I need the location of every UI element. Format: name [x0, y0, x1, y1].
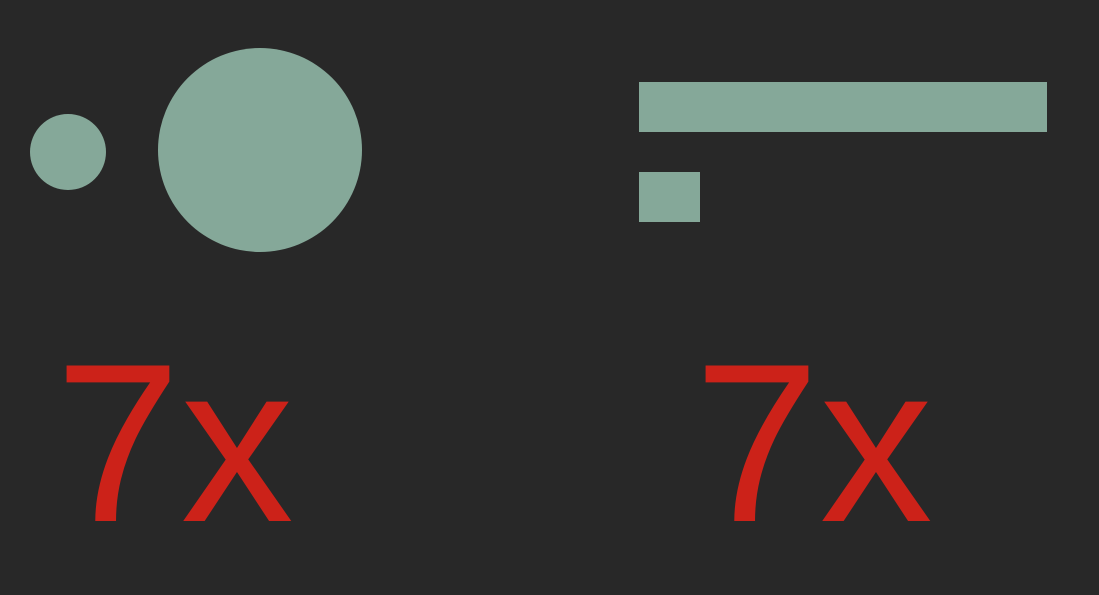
short-bar [639, 172, 700, 222]
long-bar [639, 82, 1047, 132]
bar-ratio-label: 7x [694, 316, 933, 569]
large-circle [158, 48, 362, 252]
small-circle [30, 114, 106, 190]
circle-ratio-label: 7x [55, 316, 294, 569]
comparison-canvas: 7x 7x [0, 0, 1099, 595]
